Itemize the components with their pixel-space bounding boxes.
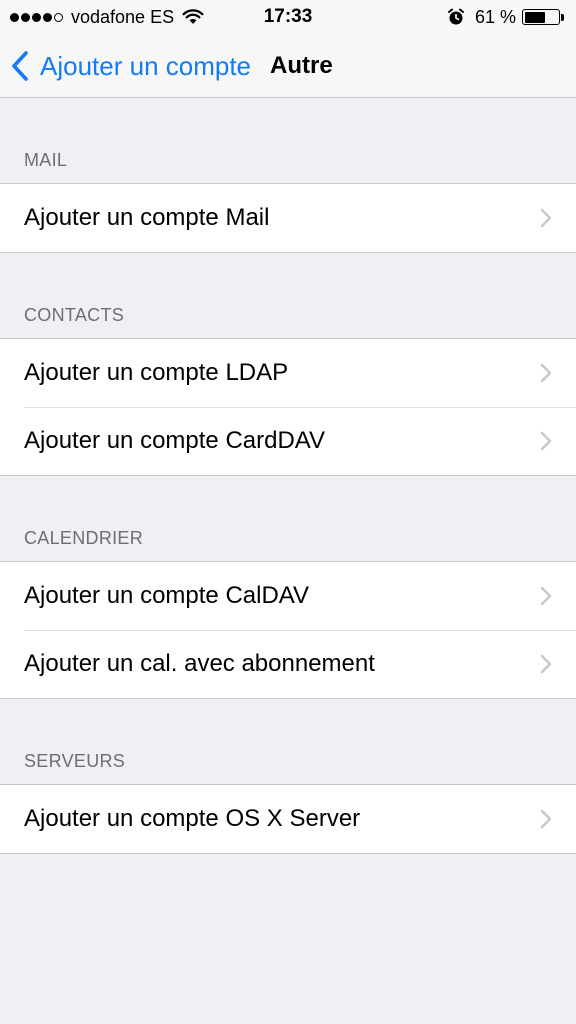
settings-list: MAIL Ajouter un compte Mail CONTACTS Ajo… <box>0 98 576 854</box>
add-caldav-account-row[interactable]: Ajouter un compte CalDAV <box>0 562 576 630</box>
chevron-right-icon <box>540 809 552 829</box>
section-header-calendar: CALENDRIER <box>24 528 144 548</box>
row-label: Ajouter un cal. avec abonnement <box>24 650 375 677</box>
chevron-right-icon <box>540 208 552 228</box>
row-label: Ajouter un compte CalDAV <box>24 582 310 609</box>
battery-level <box>524 11 545 23</box>
add-osx-server-account-row[interactable]: Ajouter un compte OS X Server <box>0 785 576 853</box>
add-carddav-account-row[interactable]: Ajouter un compte CardDAV <box>0 407 576 475</box>
chevron-left-icon <box>12 51 28 81</box>
back-button-label: Ajouter un compte <box>40 50 252 81</box>
section-header-mail: MAIL <box>24 150 68 170</box>
add-subscribed-calendar-row[interactable]: Ajouter un cal. avec abonnement <box>0 630 576 698</box>
back-button[interactable]: Ajouter un compte <box>10 48 251 84</box>
group-contacts: Ajouter un compte LDAP Ajouter un compte… <box>0 338 576 476</box>
battery-icon <box>522 9 560 25</box>
navigation-bar: Ajouter un compte Autre <box>0 34 576 98</box>
chevron-right-icon <box>540 363 552 383</box>
row-label: Ajouter un compte CardDAV <box>24 427 326 454</box>
add-ldap-account-row[interactable]: Ajouter un compte LDAP <box>0 339 576 407</box>
add-mail-account-row[interactable]: Ajouter un compte Mail <box>0 184 576 252</box>
page-title: Autre <box>270 52 333 79</box>
battery-percentage: 61 % <box>474 6 516 27</box>
row-label: Ajouter un compte Mail <box>24 204 270 231</box>
status-right: 61 % <box>447 6 564 28</box>
group-servers: Ajouter un compte OS X Server <box>0 784 576 854</box>
chevron-right-icon <box>540 431 552 451</box>
alarm-icon <box>447 8 464 25</box>
row-label: Ajouter un compte OS X Server <box>24 805 361 832</box>
row-label: Ajouter un compte LDAP <box>24 359 289 386</box>
chevron-right-icon <box>540 586 552 606</box>
group-mail: Ajouter un compte Mail <box>0 183 576 253</box>
section-header-contacts: CONTACTS <box>24 305 125 325</box>
section-header-servers: SERVEURS <box>24 751 126 771</box>
group-calendar: Ajouter un compte CalDAV Ajouter un cal.… <box>0 561 576 699</box>
battery-nub <box>561 13 564 21</box>
chevron-right-icon <box>540 654 552 674</box>
status-bar: vodafone ES 17:33 61 % <box>0 0 576 34</box>
